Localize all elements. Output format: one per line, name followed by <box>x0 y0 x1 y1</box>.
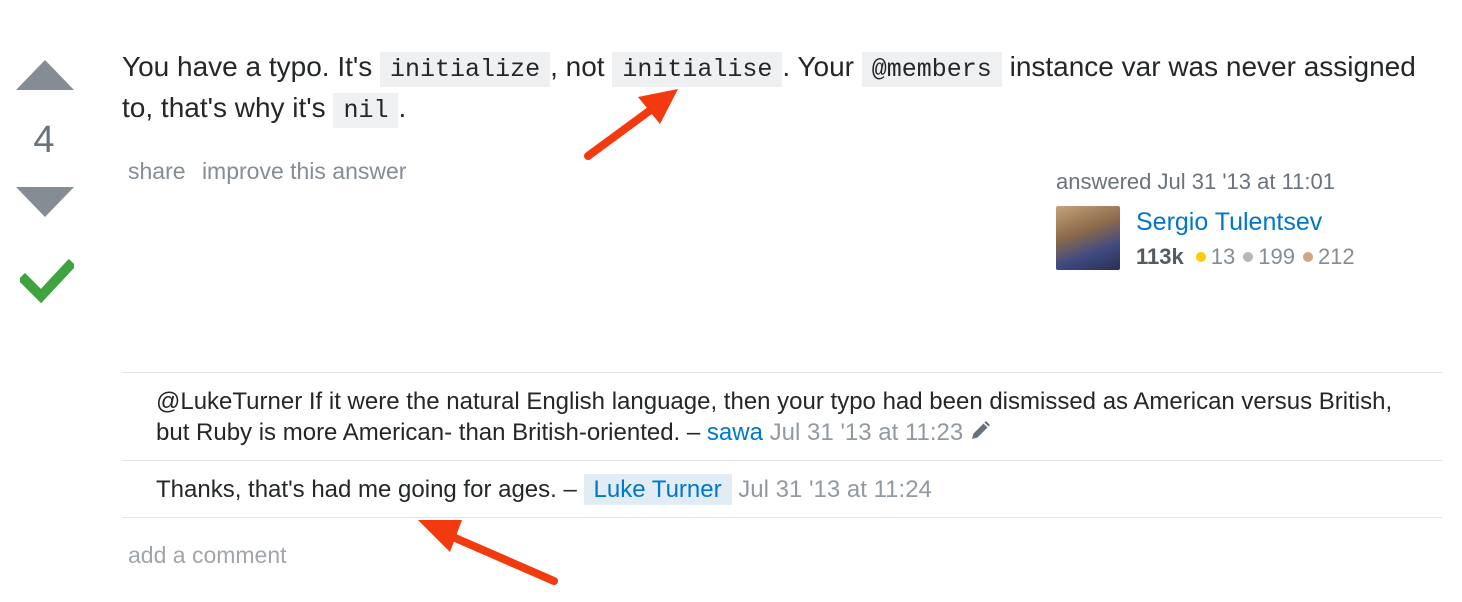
answer-text-2: , not <box>550 51 613 82</box>
comment-text: Thanks, that's had me going for ages. <box>156 476 557 503</box>
gold-badge-icon <box>1195 252 1206 263</box>
answer-body: You have a typo. It's initialize, not in… <box>122 48 1432 130</box>
vote-down-icon[interactable] <box>16 187 74 217</box>
user-signature: answered Jul 31 '13 at 11:01 Sergio Tule… <box>1056 168 1436 270</box>
comment: @LukeTurner If it were the natural Engli… <box>122 373 1442 461</box>
comment-user-link[interactable]: Luke Turner <box>583 474 732 505</box>
comment-date[interactable]: Jul 31 '13 at 11:24 <box>738 476 932 503</box>
answer-post: 4 You have a typo. It's initialize, not … <box>0 0 1462 602</box>
annotation-arrow-icon <box>584 89 678 160</box>
post-menu: share improve this answer <box>128 158 416 185</box>
answered-timestamp: answered Jul 31 '13 at 11:01 <box>1056 169 1335 194</box>
user-reputation: 113k 13 199 212 <box>1136 244 1355 270</box>
comment: Thanks, that's had me going for ages. – … <box>122 461 1442 518</box>
comments-list: @LukeTurner If it were the natural Engli… <box>122 372 1442 518</box>
inline-code: nil <box>333 93 399 128</box>
comment-user-link[interactable]: sawa <box>707 419 763 446</box>
share-link[interactable]: share <box>128 158 186 184</box>
comment-separator: – <box>556 476 584 503</box>
improve-answer-link[interactable]: improve this answer <box>202 158 407 184</box>
inline-code: @members <box>861 52 1002 87</box>
comment-date[interactable]: Jul 31 '13 at 11:23 <box>770 419 964 446</box>
user-name-link[interactable]: Sergio Tulentsev <box>1136 208 1322 237</box>
vote-count: 4 <box>33 119 55 161</box>
add-comment-link[interactable]: add a comment <box>128 542 287 569</box>
pencil-icon <box>972 421 991 439</box>
reputation-score: 113k <box>1136 244 1184 269</box>
avatar[interactable] <box>1056 206 1120 270</box>
comment-separator: – <box>680 419 707 446</box>
answer-text-5: . <box>398 92 407 123</box>
silver-badge-icon <box>1243 252 1254 263</box>
silver-badge-count: 199 <box>1258 244 1295 269</box>
answer-text-1: You have a typo. It's <box>122 51 381 82</box>
vote-up-icon[interactable] <box>16 60 74 90</box>
bronze-badge-count: 212 <box>1317 244 1355 269</box>
answer-text-3: . Your <box>782 51 862 82</box>
inline-code: initialise <box>612 52 783 87</box>
gold-badge-count: 13 <box>1210 244 1236 269</box>
bronze-badge-icon <box>1302 252 1313 263</box>
inline-code: initialize <box>380 52 551 87</box>
annotation-arrow-icon <box>418 520 558 585</box>
accepted-checkmark-icon <box>20 258 74 304</box>
